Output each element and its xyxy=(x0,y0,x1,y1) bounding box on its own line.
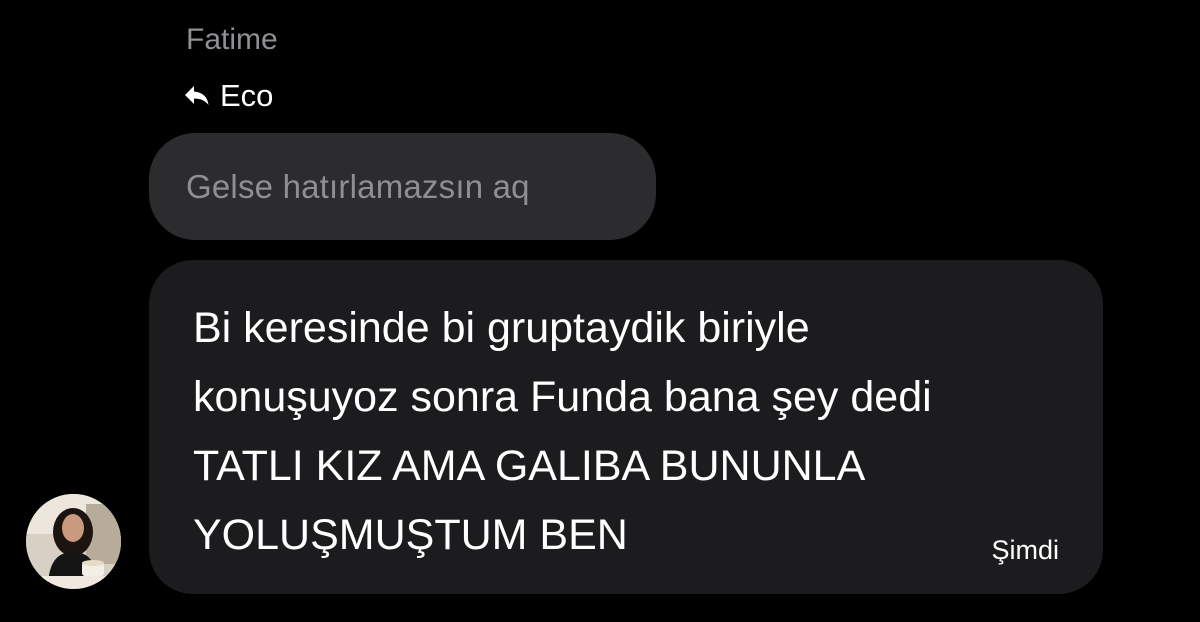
message-line: TATLI KIZ AMA GALIBA BUNUNLA xyxy=(193,442,866,490)
quoted-message-bubble[interactable]: Gelse hatırlamazsın aq xyxy=(149,133,656,240)
message-line: YOLUŞMUŞTUM BEN xyxy=(193,511,628,559)
message-text: Bi keresinde bi gruptaydik biriyle konuş… xyxy=(193,294,1073,570)
message-line: Bi keresinde bi gruptaydik biriyle xyxy=(193,304,810,352)
reply-arrow-icon xyxy=(184,84,210,108)
reply-indicator[interactable]: Eco xyxy=(184,78,273,114)
quoted-message-text: Gelse hatırlamazsın aq xyxy=(186,167,530,205)
message-bubble[interactable]: Bi keresinde bi gruptaydik biriyle konuş… xyxy=(149,260,1103,594)
avatar[interactable] xyxy=(26,494,121,589)
message-line: konuşuyoz sonra Funda bana şey dedi xyxy=(193,373,932,421)
message-timestamp: Şimdi xyxy=(991,535,1059,565)
reply-to-name: Eco xyxy=(220,78,274,113)
profile-photo-icon xyxy=(26,494,121,589)
sender-name: Fatime xyxy=(186,23,278,56)
